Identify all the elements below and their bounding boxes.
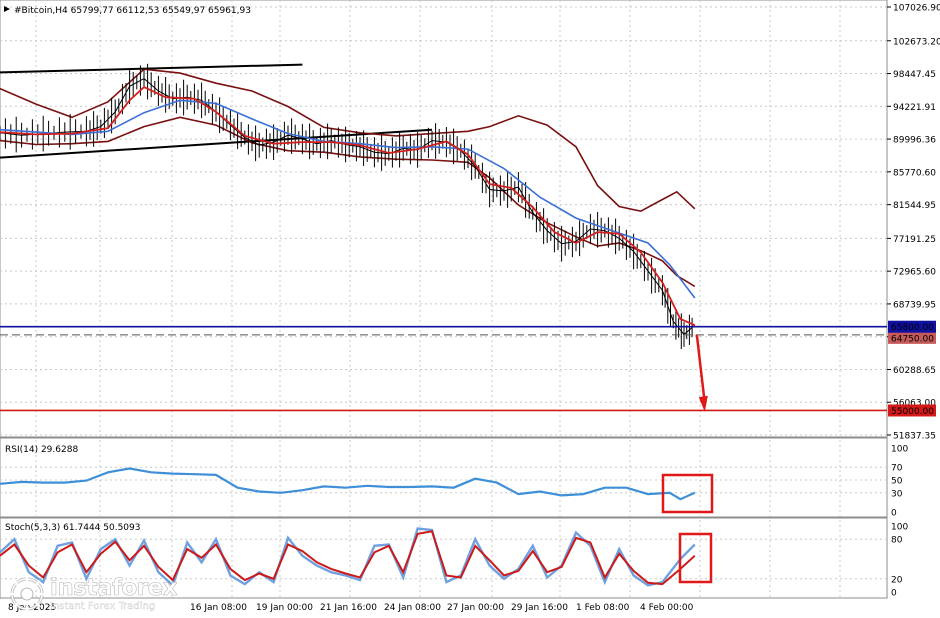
price-tick-label: 89996.36	[893, 136, 936, 146]
stoch-scale-label: 20	[891, 575, 903, 585]
brand-name: instaforex	[50, 575, 178, 602]
price-tick-label: 68739.95	[893, 300, 936, 310]
price-tick-label: 51837.35	[893, 432, 936, 442]
time-tick-label: 16 Jan 08:00	[190, 603, 247, 613]
brand-tagline: Instant Forex Trading	[50, 601, 156, 612]
rsi-pane	[0, 437, 888, 518]
rsi-scale-label: 70	[891, 464, 903, 474]
stoch-scale-label: 80	[891, 536, 903, 546]
price-tick-label: 77191.25	[893, 235, 936, 245]
price-tick-label: 81544.95	[893, 201, 936, 211]
time-tick-label: 24 Jan 08:00	[384, 603, 441, 613]
price-tick-label: 94221.91	[893, 103, 936, 113]
chart-symbol-header: #Bitcoin,H4 65799,77 66112,53 65549,97 6…	[14, 6, 251, 16]
price-chart[interactable]: 107026.90 102673.20 98447.45 94221.91 89996.…	[0, 0, 940, 618]
price-tick-label: 98447.45	[893, 70, 936, 80]
rsi-scale-label: 100	[891, 445, 908, 455]
stoch-scale-label: 100	[891, 523, 908, 533]
main-pane	[0, 0, 888, 438]
time-tick-label: 1 Feb 08:00	[576, 603, 630, 613]
target-price-label: 55000.00	[891, 407, 934, 417]
time-tick-label: 4 Feb 00:00	[640, 603, 694, 613]
rsi-title: RSI(14) 29.6288	[5, 445, 78, 455]
price-tick-label: 60288.65	[893, 366, 936, 376]
rsi-scale-label: 30	[891, 489, 903, 499]
price-tick-label: 107026.90	[893, 4, 940, 14]
brand-watermark: instaforex Instant Forex Trading	[8, 573, 188, 617]
rsi-scale-label: 0	[891, 509, 897, 519]
time-tick-label: 21 Jan 16:00	[320, 603, 377, 613]
price-tick-label: 102673.20	[893, 37, 940, 47]
current-price-label: 65800.00	[891, 323, 934, 333]
time-tick-label: 19 Jan 00:00	[256, 603, 313, 613]
chart-window: 107026.90 102673.20 98447.45 94221.91 89996.…	[0, 0, 940, 618]
stoch-title: Stoch(5,3,3) 61.7444 50.5093	[5, 523, 140, 533]
time-tick-label: 29 Jan 16:00	[511, 603, 568, 613]
instaforex-logo-icon	[9, 576, 45, 612]
price-tick-label: 72965.60	[893, 268, 936, 278]
rsi-scale-label: 50	[891, 477, 903, 487]
stoch-scale-label: 0	[891, 589, 897, 599]
price-tick-label: 85770.60	[893, 168, 936, 178]
secondary-price-label: 64750.00	[891, 334, 934, 344]
time-tick-label: 27 Jan 00:00	[447, 603, 504, 613]
